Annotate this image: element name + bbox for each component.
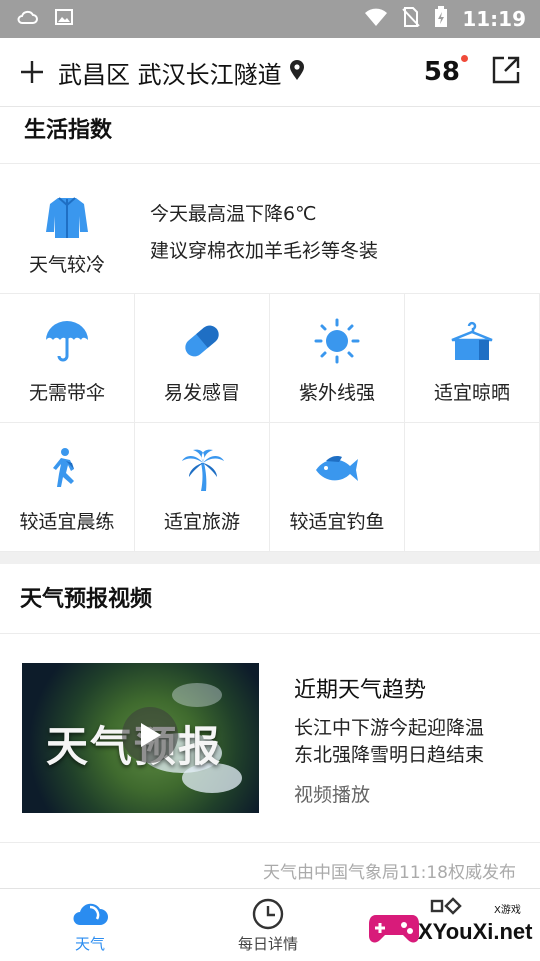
share-button[interactable] xyxy=(490,54,522,90)
index-item-travel[interactable]: 适宜旅游 xyxy=(135,423,270,552)
status-bar: 11:19 xyxy=(0,0,540,38)
site-watermark: X游戏 XYouXi.net xyxy=(366,895,536,957)
jacket-icon xyxy=(44,196,90,244)
section-gap xyxy=(0,552,540,564)
feature-line-2: 建议穿棉衣加羊毛衫等冬装 xyxy=(150,240,379,262)
video-play-link[interactable]: 视频播放 xyxy=(294,780,370,807)
index-item-drying[interactable]: 适宜晾晒 xyxy=(405,294,540,423)
runner-icon xyxy=(53,448,74,487)
tab-daily-detail[interactable]: 每日详情 xyxy=(178,889,358,961)
index-item-umbrella[interactable]: 无需带伞 xyxy=(0,294,135,423)
aqi-value: 58 xyxy=(423,57,460,87)
index-label: 适宜晾晒 xyxy=(433,382,510,404)
notification-dot xyxy=(461,55,468,62)
location-title[interactable]: 武昌区 武汉长江隧道 xyxy=(58,55,282,90)
watermark-text: XYouXi.net xyxy=(418,919,533,944)
tab-weather[interactable]: 天气 xyxy=(0,889,180,961)
index-label: 适宜旅游 xyxy=(163,511,240,533)
gamepad-logo-icon xyxy=(369,915,419,943)
palm-tree-icon xyxy=(182,449,224,491)
add-city-button[interactable] xyxy=(16,56,48,88)
feature-label: 天气较冷 xyxy=(28,254,105,276)
header: 武昌区 武汉长江隧道 58 xyxy=(0,38,540,107)
tab-label: 天气 xyxy=(74,935,105,953)
index-label: 易发感冒 xyxy=(163,382,240,404)
aqi-badge[interactable]: 58 xyxy=(423,55,468,87)
location-pin-icon xyxy=(288,59,306,85)
index-label: 无需带伞 xyxy=(28,382,105,404)
divider xyxy=(0,842,540,843)
video-section-title: 天气预报视频 xyxy=(0,564,540,634)
plus-icon xyxy=(21,61,43,83)
index-item-fishing[interactable]: 较适宜钓鱼 xyxy=(270,423,405,552)
index-label: 较适宜钓鱼 xyxy=(289,511,385,533)
hanger-icon xyxy=(451,321,493,360)
video-headline[interactable]: 近期天气趋势 xyxy=(294,672,426,704)
index-item-exercise[interactable]: 较适宜晨练 xyxy=(0,423,135,552)
life-index-feature[interactable]: 天气较冷 今天最高温下降6℃ 建议穿棉衣加羊毛衫等冬装 xyxy=(0,164,540,294)
index-label: 较适宜晨练 xyxy=(19,511,115,533)
sun-icon xyxy=(314,318,360,364)
weather-status-icon xyxy=(16,7,40,31)
video-line-2: 东北强降雪明日趋结束 xyxy=(294,744,485,766)
tab-label: 每日详情 xyxy=(237,935,298,953)
weather-cloud-icon xyxy=(73,903,108,925)
video-thumbnail[interactable]: 天气预报 xyxy=(22,663,259,813)
index-label: 紫外线强 xyxy=(298,382,375,404)
status-time: 11:19 xyxy=(462,7,526,31)
fish-icon xyxy=(316,456,358,481)
index-item-uv[interactable]: 紫外线强 xyxy=(270,294,405,423)
play-button[interactable] xyxy=(122,707,178,763)
watermark-small-text: X游戏 xyxy=(494,905,521,916)
wifi-icon xyxy=(364,7,388,31)
feature-line-1: 今天最高温下降6℃ xyxy=(150,203,317,225)
clock-icon xyxy=(252,898,284,930)
index-item-cold[interactable]: 易发感冒 xyxy=(135,294,270,423)
index-item-empty xyxy=(405,423,540,552)
play-icon xyxy=(141,723,161,747)
image-status-icon xyxy=(54,7,74,31)
umbrella-icon xyxy=(46,321,88,362)
video-line-1: 长江中下游今起迎降温 xyxy=(294,717,485,739)
data-source-note: 天气由中国气象局11:18权威发布 xyxy=(263,863,516,883)
share-icon xyxy=(492,56,520,84)
no-sim-icon xyxy=(402,6,421,32)
life-index-title: 生活指数 xyxy=(0,106,540,164)
pill-icon xyxy=(185,325,219,357)
battery-icon xyxy=(434,6,448,32)
